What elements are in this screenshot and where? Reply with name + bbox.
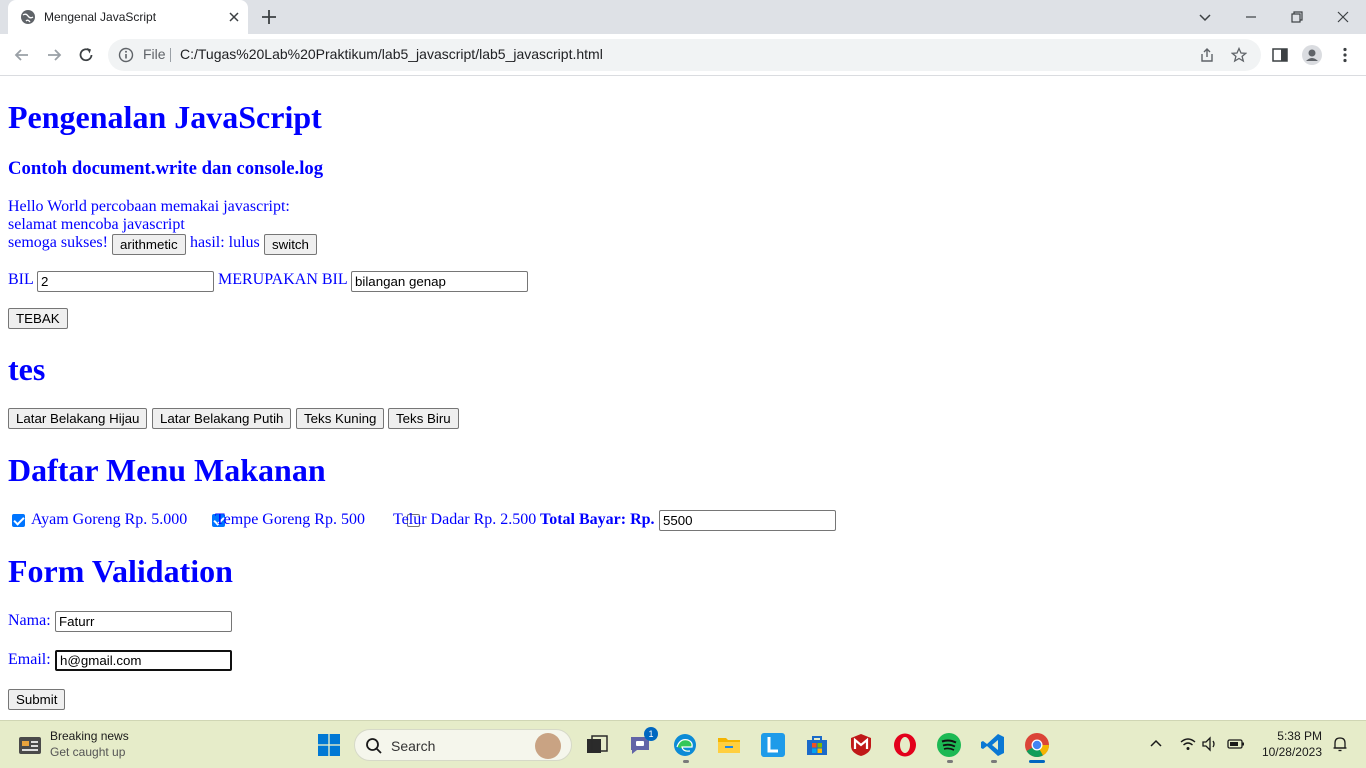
profile-avatar-icon[interactable] [1302,45,1322,65]
task-view-icon[interactable] [584,732,610,758]
close-window-icon[interactable] [1332,6,1354,28]
forward-arrow-icon[interactable] [44,45,64,65]
news-icon[interactable] [18,734,42,756]
l-app-icon[interactable] [760,732,786,758]
battery-icon[interactable] [1227,735,1245,753]
more-menu-icon[interactable] [1336,46,1354,64]
result-input[interactable] [351,271,528,292]
browser-toolbar: File C:/Tugas%20Lab%20Praktikum/lab5_jav… [0,34,1366,76]
side-panel-icon[interactable] [1271,46,1289,64]
mcafee-icon[interactable] [848,732,874,758]
wifi-icon[interactable] [1179,735,1197,753]
semoga-text: semoga sukses! [8,234,108,251]
microsoft-store-icon[interactable] [804,732,830,758]
clock-date[interactable]: 10/28/2023 [1262,745,1322,759]
file-explorer-icon[interactable] [716,732,742,758]
green-background-button[interactable]: Latar Belakang Hijau [8,408,148,429]
restore-icon[interactable] [1286,6,1308,28]
spotify-running-indicator [947,760,953,763]
close-tab-icon[interactable] [226,9,242,25]
nama-label: Nama: [8,612,51,629]
chevron-up-icon[interactable] [1147,735,1165,753]
address-bar[interactable]: File C:/Tugas%20Lab%20Praktikum/lab5_jav… [108,39,1261,71]
edge-running-indicator [683,760,689,763]
windows-start-icon[interactable] [318,734,340,756]
back-arrow-icon[interactable] [12,45,32,65]
hasil-text: hasil: lulus [190,234,260,251]
telur-label: Telur Dadar Rp. 2.500 [393,511,537,528]
bil-label: BIL [8,271,34,288]
search-highlight-icon [535,733,561,759]
total-input[interactable] [659,510,836,531]
heading-tes: tes [8,351,46,387]
merupakan-label: MERUPAKAN BIL [218,271,348,288]
tebak-button[interactable]: TEBAK [8,308,68,329]
url-text[interactable]: C:/Tugas%20Lab%20Praktikum/lab5_javascri… [180,46,603,62]
white-background-button[interactable]: Latar Belakang Putih [152,408,292,429]
nama-input[interactable] [55,611,232,632]
news-subtitle: Get caught up [50,745,126,759]
page-title: Pengenalan JavaScript [8,99,322,135]
scheme-label: File [143,46,166,62]
taskbar: Breaking news Get caught up Search 1 5:3… [0,720,1366,768]
browser-tab[interactable]: Mengenal JavaScript [8,0,248,34]
heading-menu: Daftar Menu Makanan [8,452,326,488]
total-label: Total Bayar: Rp. [540,511,655,528]
tab-strip: Mengenal JavaScript [0,0,1366,34]
edge-icon[interactable] [672,732,698,758]
email-label: Email: [8,651,51,668]
hello-text: Hello World percobaan memakai javascript… [8,198,290,215]
email-input[interactable] [55,650,232,671]
clock-time[interactable]: 5:38 PM [1277,729,1322,743]
chrome-icon[interactable] [1024,732,1050,758]
spotify-icon[interactable] [936,732,962,758]
notification-icon[interactable] [1331,735,1349,753]
tab-title: Mengenal JavaScript [44,10,157,24]
blue-text-button[interactable]: Teks Biru [388,408,459,429]
ayam-checkbox[interactable] [12,514,25,527]
vscode-icon[interactable] [980,732,1006,758]
volume-icon[interactable] [1201,735,1219,753]
chat-notification-badge: 1 [644,727,658,741]
subheading: Contoh document.write dan console.log [8,158,324,179]
share-icon[interactable] [1199,47,1215,63]
opera-icon[interactable] [892,732,918,758]
chevron-down-icon[interactable] [1194,6,1216,28]
reload-icon[interactable] [76,45,96,65]
news-title[interactable]: Breaking news [50,729,129,743]
new-tab-icon[interactable] [260,8,278,26]
globe-icon [21,10,35,24]
switch-button[interactable]: switch [264,234,317,255]
chrome-active-indicator [1029,760,1045,763]
arithmetic-button[interactable]: arithmetic [112,234,186,255]
selamat-text: selamat mencoba javascript [8,216,185,233]
taskbar-search[interactable]: Search [354,729,572,761]
search-placeholder: Search [391,738,436,754]
ayam-label: Ayam Goreng Rp. 5.000 [31,511,188,528]
yellow-text-button[interactable]: Teks Kuning [296,408,385,429]
info-icon[interactable] [118,47,134,63]
submit-button[interactable]: Submit [8,689,66,710]
minimize-icon[interactable] [1240,6,1262,28]
tempe-label: Tempe Goreng Rp. 500 [215,511,365,528]
search-icon [366,738,382,754]
divider [170,48,171,62]
bil-input[interactable] [37,271,214,292]
heading-form: Form Validation [8,553,233,589]
bookmark-star-icon[interactable] [1231,47,1247,63]
page-content: Pengenalan JavaScript Contoh document.wr… [0,77,1366,719]
vscode-running-indicator [991,760,997,763]
